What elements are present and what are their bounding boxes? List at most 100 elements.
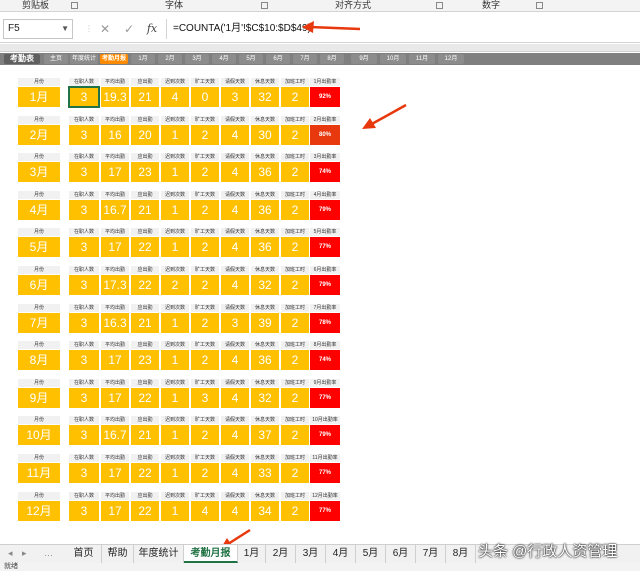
value-cell[interactable]: 17 (101, 500, 129, 521)
tab-jan[interactable]: 1月 (238, 545, 266, 563)
value-cell[interactable]: 32 (251, 387, 279, 408)
value-cell[interactable]: 3 (69, 387, 99, 408)
value-cell[interactable]: 33 (251, 463, 279, 483)
value-cell[interactable]: 22 (131, 500, 159, 521)
attendance-rate-cell[interactable]: 77% (310, 500, 340, 521)
value-cell[interactable]: 1 (161, 312, 189, 333)
month-cell[interactable]: 7月 (18, 312, 60, 333)
month-cell[interactable]: 10月 (18, 425, 60, 446)
month-cell[interactable]: 9月 (18, 387, 60, 408)
attendance-rate-cell[interactable]: 78% (310, 312, 340, 333)
name-box[interactable]: F5 ▼ (3, 19, 73, 39)
value-cell[interactable]: 2 (191, 463, 219, 483)
value-cell[interactable]: 1 (161, 387, 189, 408)
month-cell[interactable]: 1月 (18, 87, 60, 107)
value-cell[interactable]: 2 (191, 350, 219, 371)
value-cell[interactable]: 1 (161, 237, 189, 258)
tab-jul[interactable]: 7月 (416, 545, 446, 563)
nav-item-nov[interactable]: 11月 (409, 54, 435, 64)
value-cell[interactable]: 1 (161, 500, 189, 521)
value-cell[interactable]: 3 (69, 275, 99, 295)
value-cell[interactable]: 3 (221, 87, 249, 107)
nav-item-oct[interactable]: 10月 (380, 54, 406, 64)
value-cell[interactable]: 4 (221, 463, 249, 483)
tab-feb[interactable]: 2月 (266, 545, 296, 563)
value-cell[interactable]: 22 (131, 463, 159, 483)
value-cell[interactable]: 2 (281, 463, 309, 483)
attendance-rate-cell[interactable]: 79% (310, 275, 340, 295)
value-cell[interactable]: 3 (69, 500, 99, 521)
value-cell[interactable]: 17 (101, 350, 129, 371)
nav-item-monthly-report[interactable]: 考勤月报 (100, 54, 128, 64)
dialog-launcher-icon[interactable] (536, 2, 543, 9)
chevron-down-icon[interactable]: ▼ (61, 20, 69, 38)
value-cell[interactable]: 3 (69, 425, 99, 446)
value-cell[interactable]: 36 (251, 199, 279, 220)
month-cell[interactable]: 8月 (18, 350, 60, 371)
value-cell[interactable]: 22 (131, 275, 159, 295)
nav-item-aug[interactable]: 8月 (320, 54, 344, 64)
value-cell[interactable]: 2 (281, 124, 309, 145)
tab-scroll-left-icon[interactable]: ◂ (8, 548, 13, 559)
value-cell[interactable]: 22 (131, 387, 159, 408)
formula-input[interactable]: =COUNTA('1月'!$C$10:$D$49) (166, 19, 636, 39)
value-cell[interactable]: 4 (221, 162, 249, 183)
value-cell[interactable]: 36 (251, 162, 279, 183)
value-cell[interactable]: 4 (221, 275, 249, 295)
dialog-launcher-icon[interactable] (71, 2, 78, 9)
value-cell[interactable]: 3 (69, 162, 99, 183)
value-cell[interactable]: 4 (221, 350, 249, 371)
value-cell[interactable]: 4 (191, 500, 219, 521)
month-cell[interactable]: 2月 (18, 124, 60, 145)
value-cell[interactable]: 17.3 (101, 275, 129, 295)
attendance-rate-cell[interactable]: 92% (310, 87, 340, 107)
value-cell[interactable]: 17 (101, 162, 129, 183)
value-cell[interactable]: 2 (281, 500, 309, 521)
value-cell[interactable]: 2 (281, 275, 309, 295)
value-cell[interactable]: 4 (221, 500, 249, 521)
value-cell[interactable]: 16.7 (101, 199, 129, 220)
value-cell[interactable]: 2 (191, 124, 219, 145)
value-cell[interactable]: 1 (161, 124, 189, 145)
value-cell[interactable]: 3 (221, 312, 249, 333)
value-cell[interactable]: 2 (191, 275, 219, 295)
cancel-icon[interactable]: ✕ (96, 19, 114, 39)
value-cell[interactable]: 23 (131, 162, 159, 183)
value-cell[interactable]: 4 (221, 124, 249, 145)
attendance-rate-cell[interactable]: 77% (310, 387, 340, 408)
more-tabs-icon[interactable]: … (44, 548, 53, 558)
value-cell[interactable]: 16 (101, 124, 129, 145)
value-cell[interactable]: 2 (161, 275, 189, 295)
attendance-rate-cell[interactable]: 77% (310, 463, 340, 483)
value-cell[interactable]: 39 (251, 312, 279, 333)
value-cell[interactable]: 21 (131, 199, 159, 220)
tab-monthly-report[interactable]: 考勤月报 (184, 545, 238, 563)
value-cell[interactable]: 2 (191, 162, 219, 183)
tab-home[interactable]: 首页 (66, 545, 102, 563)
value-cell[interactable]: 1 (161, 199, 189, 220)
value-cell[interactable]: 3 (69, 237, 99, 258)
value-cell[interactable]: 2 (281, 87, 309, 107)
value-cell[interactable]: 23 (131, 350, 159, 371)
value-cell[interactable]: 16.3 (101, 312, 129, 333)
value-cell[interactable]: 21 (131, 425, 159, 446)
attendance-rate-cell[interactable]: 77% (310, 237, 340, 258)
value-cell[interactable]: 1 (161, 463, 189, 483)
value-cell[interactable]: 19.3 (101, 87, 129, 107)
nav-item-jan[interactable]: 1月 (131, 54, 155, 64)
tab-annual-stats[interactable]: 年度统计 (134, 545, 184, 563)
nav-item-annual[interactable]: 年度统计 (70, 54, 98, 64)
value-cell[interactable]: 3 (191, 387, 219, 408)
month-cell[interactable]: 11月 (18, 463, 60, 483)
value-cell[interactable]: 2 (281, 237, 309, 258)
value-cell[interactable]: 17 (101, 387, 129, 408)
value-cell[interactable]: 37 (251, 425, 279, 446)
value-cell[interactable]: 2 (281, 162, 309, 183)
insert-function-icon[interactable]: fx (143, 19, 161, 39)
value-cell[interactable]: 36 (251, 350, 279, 371)
value-cell[interactable]: 32 (251, 275, 279, 295)
tab-mar[interactable]: 3月 (296, 545, 326, 563)
month-cell[interactable]: 4月 (18, 199, 60, 220)
value-cell[interactable]: 1 (161, 425, 189, 446)
nav-item-sep[interactable]: 9月 (351, 54, 377, 64)
